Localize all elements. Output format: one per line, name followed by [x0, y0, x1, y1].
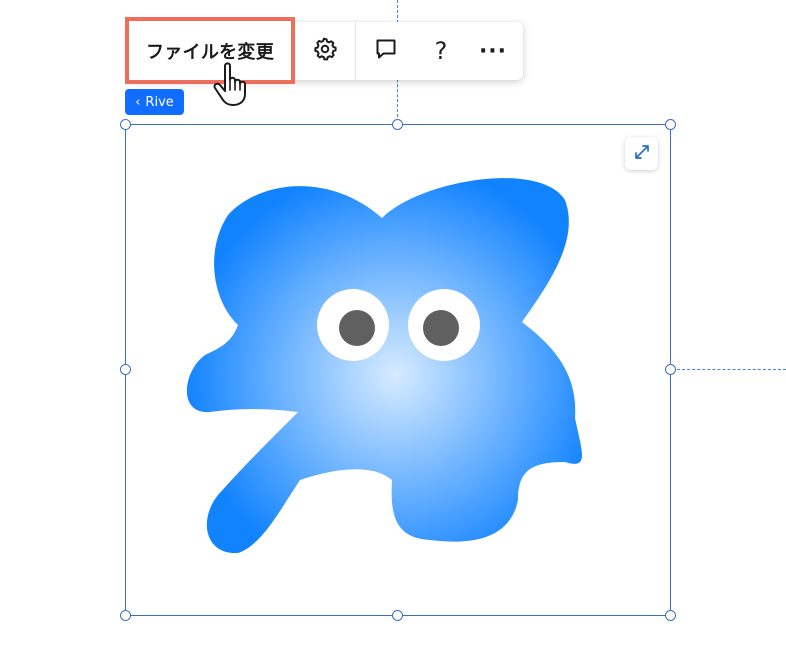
rive-animation-character: [186, 178, 583, 554]
hand-pointer-cursor-icon: [213, 62, 246, 106]
right-pupil: [423, 310, 459, 346]
left-pupil: [339, 310, 375, 346]
